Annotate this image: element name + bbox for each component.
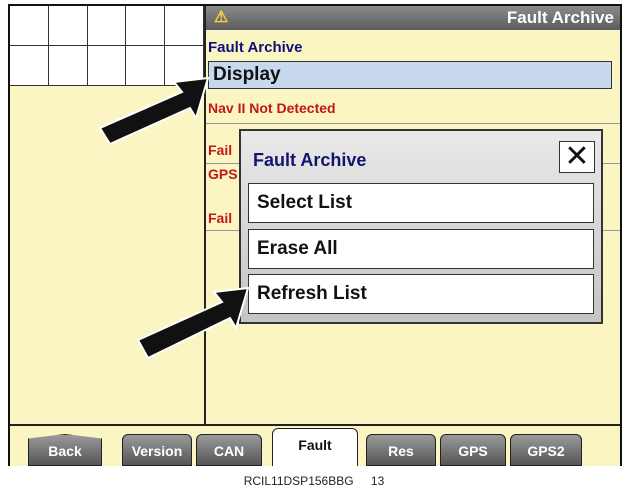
tab-fault[interactable]: Fault — [272, 428, 358, 466]
figure-caption: RCIL11DSP156BBG 13 — [0, 474, 628, 488]
grid-cell — [165, 6, 204, 46]
fault-item[interactable]: GPS — [208, 166, 238, 182]
fault-archive-dialog: Fault Archive ✕ Select List Erase All Re… — [239, 129, 603, 324]
tab-can[interactable]: CAN — [196, 434, 262, 466]
caption-code: RCIL11DSP156BBG — [243, 474, 354, 488]
tab-gps2[interactable]: GPS2 — [510, 434, 582, 466]
tab-res[interactable]: Res — [366, 434, 436, 466]
fault-item[interactable]: Nav II Not Detected — [208, 100, 336, 116]
grid-cell — [87, 6, 127, 46]
refresh-list-button[interactable]: Refresh List — [248, 274, 594, 314]
tab-gps[interactable]: GPS — [440, 434, 506, 466]
fault-item[interactable]: Fail — [208, 210, 232, 226]
grid-cell — [126, 6, 166, 46]
tab-back[interactable]: Back — [28, 434, 102, 466]
grid-cell — [48, 46, 88, 86]
tab-version[interactable]: Version — [122, 434, 192, 466]
archive-label: Fault Archive — [208, 39, 303, 56]
callout-arrow-icon — [98, 76, 210, 146]
page-title: Fault Archive — [506, 8, 614, 27]
grid-cell — [10, 46, 49, 86]
display-dropdown[interactable]: Display — [208, 61, 612, 89]
grid-cell — [10, 6, 49, 46]
erase-all-button[interactable]: Erase All — [248, 229, 594, 269]
grid-cell — [48, 6, 88, 46]
tab-bar: Back Version CAN Fault Res GPS GPS2 — [10, 424, 620, 466]
caption-number: 13 — [370, 474, 385, 488]
warning-bulb-icon: ⚠ — [214, 9, 229, 26]
divider — [206, 123, 620, 124]
callout-arrow-icon — [136, 286, 250, 360]
select-list-button[interactable]: Select List — [248, 183, 594, 223]
title-bar: ⚠ Fault Archive — [206, 6, 620, 30]
dialog-title: Fault Archive — [253, 150, 367, 170]
close-button[interactable]: ✕ — [559, 141, 595, 173]
